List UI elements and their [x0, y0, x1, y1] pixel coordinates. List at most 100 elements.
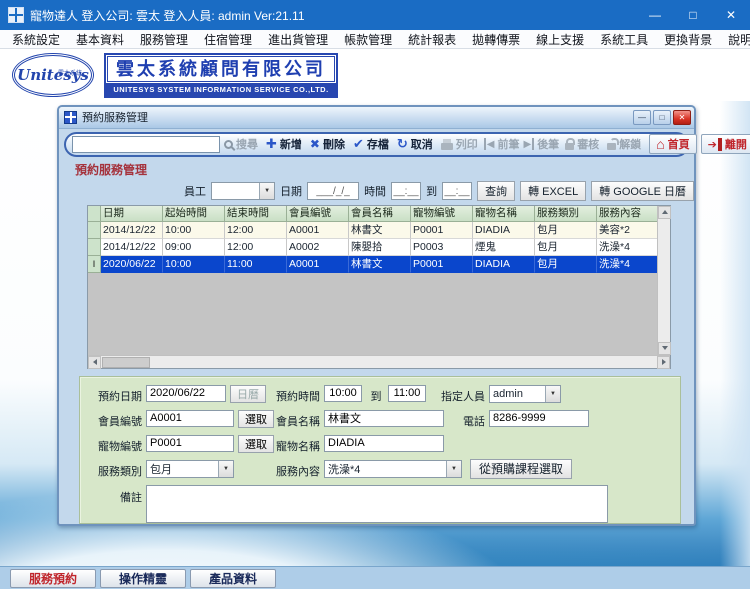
main-titlebar: 寵物達人 登入公司: 雲太 登入人員: admin Ver:21.11 — □ … [0, 0, 750, 30]
child-minimize-button[interactable]: — [633, 109, 651, 125]
minimize-button[interactable]: — [636, 0, 674, 30]
delete-button[interactable]: 刪除 [306, 136, 349, 152]
col-header-service-category[interactable]: 服務類別 [535, 205, 597, 222]
menu-item-voucher[interactable]: 拋轉傳票 [464, 31, 528, 48]
service-content-combo[interactable]: 洗澡*4 ▼ [324, 459, 462, 478]
menu-item-online-support[interactable]: 線上支援 [528, 31, 592, 48]
staff-filter-label: 員工 [184, 186, 206, 199]
bottom-tab-bar: 服務預約 操作精靈 產品資料 [0, 566, 750, 589]
row-selector[interactable] [88, 238, 101, 256]
note-textarea[interactable] [146, 484, 608, 523]
scroll-down-icon[interactable] [658, 341, 671, 355]
cancel-button[interactable]: 取消 [393, 136, 437, 152]
menu-item-system-tools[interactable]: 系統工具 [592, 31, 656, 48]
menu-item-service-mgmt[interactable]: 服務管理 [132, 31, 196, 48]
home-icon [656, 136, 664, 152]
menu-item-basic-data[interactable]: 基本資料 [68, 31, 132, 48]
col-header-start-time[interactable]: 起始時間 [163, 205, 225, 222]
staff-filter-combo[interactable]: ▼ [211, 182, 276, 201]
col-header-end-time[interactable]: 結束時間 [225, 205, 287, 222]
child-restore-button[interactable]: □ [653, 109, 671, 125]
cross-icon [310, 137, 320, 151]
chevron-down-icon: ▼ [446, 460, 461, 477]
scrollbar-thumb[interactable] [102, 356, 150, 368]
logo-small-text: 雲太系統 [57, 71, 82, 77]
col-header-service-content[interactable]: 服務內容 [597, 205, 657, 222]
reservation-date-label: 預約日期 [98, 390, 142, 403]
company-name-box: 雲太系統顧問有限公司 UNITESYS SYSTEM INFORMATION S… [104, 52, 338, 98]
menu-item-help[interactable]: 說明 [720, 31, 750, 48]
chevron-down-icon: ▼ [545, 385, 560, 402]
toolbar: 搜尋 新增 刪除 存檔 [64, 131, 750, 157]
row-selector-current[interactable]: I [88, 255, 101, 273]
row-selector[interactable] [88, 221, 101, 239]
toolbar-wrap: 搜尋 新增 刪除 存檔 [59, 129, 750, 159]
export-excel-button[interactable]: 轉 EXCEL [520, 181, 587, 202]
table-header-row: 日期 起始時間 結束時間 會員編號 會員名稱 寵物編號 寵物名稱 服務類別 服務… [88, 205, 657, 222]
search-input[interactable] [72, 135, 220, 153]
menu-item-reports[interactable]: 統計報表 [400, 31, 464, 48]
menu-item-inventory-mgmt[interactable]: 進出貨管理 [260, 31, 336, 48]
phone-input[interactable] [489, 409, 589, 427]
export-google-calendar-button[interactable]: 轉 GOOGLE 日曆 [591, 181, 694, 202]
exit-button[interactable]: 離開 [700, 134, 750, 155]
pet-name-input[interactable] [324, 434, 444, 452]
window-controls: — □ ✕ [636, 0, 750, 30]
reservation-titlebar: 預約服務管理 — □ ✕ [59, 107, 694, 129]
mdi-desktop: 預約服務管理 — □ ✕ 搜尋 新增 [0, 101, 750, 566]
date-filter-label: 日期 [280, 186, 303, 199]
save-button[interactable]: 存檔 [349, 136, 393, 152]
date-filter-input[interactable] [307, 182, 360, 201]
audit-button: 審核 [561, 136, 603, 152]
company-name-en: UNITESYS SYSTEM INFORMATION SERVICE CO.,… [106, 82, 336, 96]
query-button[interactable]: 查詢 [477, 181, 516, 202]
time-to-input[interactable] [442, 182, 473, 201]
application-window: 寵物達人 登入公司: 雲太 登入人員: admin Ver:21.11 — □ … [0, 0, 750, 589]
reservation-window-controls: — □ ✕ [633, 109, 691, 125]
tab-operation-wizard[interactable]: 操作精靈 [100, 568, 186, 588]
col-header-member-name[interactable]: 會員名稱 [349, 205, 411, 222]
exit-icon [708, 137, 722, 151]
scroll-left-icon[interactable] [88, 355, 101, 369]
tab-service-reservation[interactable]: 服務預約 [10, 568, 96, 588]
time-from-input[interactable] [391, 182, 422, 201]
logo-strip: Unitesys 雲太系統 雲太系統顧問有限公司 UNITESYS SYSTEM… [0, 49, 750, 101]
chevron-down-icon: ▼ [259, 183, 275, 200]
plus-icon [266, 136, 277, 152]
table-row-selected[interactable]: I 2020/06/22 10:00 11:00 A0001 林書文 P0001… [88, 255, 657, 273]
undo-icon [397, 136, 408, 152]
child-close-button[interactable]: ✕ [673, 109, 691, 125]
menu-item-lodging-mgmt[interactable]: 住宿管理 [196, 31, 260, 48]
filter-row: 員工 ▼ 日期 時間 到 查詢 轉 EXCEL 轉 GOOGLE 日曆 [184, 181, 694, 202]
close-button[interactable]: ✕ [712, 0, 750, 30]
search-icon [224, 139, 233, 149]
time-from-field[interactable] [324, 384, 362, 402]
menu-item-system-settings[interactable]: 系統設定 [4, 31, 68, 48]
horizontal-scrollbar[interactable] [88, 354, 670, 369]
note-label: 備註 [120, 491, 142, 504]
page-title: 預約服務管理 [75, 162, 148, 177]
col-header-date[interactable]: 日期 [101, 205, 163, 222]
col-header-pet-name[interactable]: 寵物名稱 [473, 205, 535, 222]
reservation-title: 預約服務管理 [82, 112, 148, 125]
home-button[interactable]: 首頁 [649, 134, 697, 155]
table-row[interactable]: 2014/12/22 09:00 12:00 A0002 陳嬰拾 P0003 煙… [88, 238, 657, 256]
col-header-member-no[interactable]: 會員編號 [287, 205, 349, 222]
col-header-pet-no[interactable]: 寵物編號 [411, 205, 473, 222]
window-title: 寵物達人 登入公司: 雲太 登入人員: admin Ver:21.11 [30, 8, 305, 23]
time-filter-label: 時間 [364, 186, 387, 199]
unlock-button: 解鎖 [603, 136, 645, 152]
table-row[interactable]: 2014/12/22 10:00 12:00 A0001 林書文 P0001 D… [88, 221, 657, 239]
print-button: 列印 [437, 136, 482, 152]
from-prepaid-course-button[interactable]: 從預購課程選取 [470, 458, 573, 479]
tab-product-data[interactable]: 產品資料 [190, 568, 276, 588]
add-button[interactable]: 新增 [262, 136, 306, 152]
maximize-button[interactable]: □ [674, 0, 712, 30]
menu-item-account-mgmt[interactable]: 帳款管理 [336, 31, 400, 48]
member-name-label: 會員名稱 [276, 415, 320, 428]
vertical-scrollbar[interactable] [657, 205, 671, 355]
scroll-right-icon[interactable] [657, 355, 670, 369]
assigned-staff-combo[interactable]: admin ▼ [489, 384, 561, 403]
scroll-up-icon[interactable] [658, 205, 671, 219]
menu-item-change-background[interactable]: 更換背景 [656, 31, 720, 48]
